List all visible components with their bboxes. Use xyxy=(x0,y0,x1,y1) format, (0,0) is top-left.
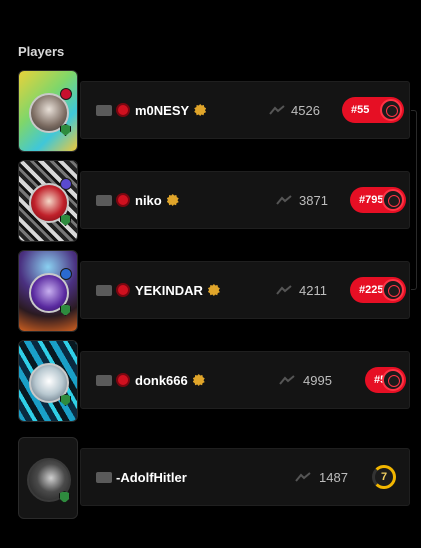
trend-icon xyxy=(276,285,292,295)
player-card[interactable] xyxy=(18,437,78,519)
player-nickname[interactable]: m0NESY xyxy=(135,103,207,118)
rank-pill[interactable]: #55 xyxy=(342,97,404,123)
player-row[interactable]: -AdolfHitler 1487 7 xyxy=(18,437,410,519)
team-badge-icon xyxy=(60,88,72,100)
elo-value: 1487 xyxy=(319,470,348,485)
team-badge-icon xyxy=(60,268,72,280)
verified-badge-icon xyxy=(166,194,179,206)
player-row[interactable]: niko 3871 #795 xyxy=(18,160,410,242)
elo-value: 4526 xyxy=(291,103,320,118)
player-nickname[interactable]: -AdolfHitler xyxy=(116,470,187,485)
country-flag-icon xyxy=(96,375,112,386)
rank-pill[interactable]: #225 xyxy=(350,277,406,303)
shield-icon xyxy=(59,491,70,503)
player-card[interactable] xyxy=(18,340,78,422)
country-flag-icon xyxy=(96,195,112,206)
trend-icon xyxy=(295,472,311,482)
player-row[interactable]: YEKINDAR 4211 #225 xyxy=(18,250,410,332)
skill-level-icon: 7 xyxy=(372,465,396,489)
verified-badge-icon xyxy=(192,374,205,386)
player-nickname[interactable]: YEKINDAR xyxy=(135,283,220,298)
player-row[interactable]: m0NESY 4526 #55 xyxy=(18,70,410,152)
verified-badge-icon xyxy=(194,104,207,116)
verified-badge-icon xyxy=(207,284,220,296)
team-logo-icon xyxy=(116,193,130,207)
player-nickname[interactable]: niko xyxy=(135,193,179,208)
trend-icon xyxy=(269,105,285,115)
player-card[interactable] xyxy=(18,160,78,242)
player-row[interactable]: donk666 4995 #5 xyxy=(18,340,410,422)
players-section-title: Players xyxy=(18,44,65,59)
team-logo-icon xyxy=(116,283,130,297)
skill-level-icon xyxy=(382,369,404,391)
elo-value: 3871 xyxy=(299,193,328,208)
player-info-panel[interactable]: niko 3871 #795 xyxy=(80,171,410,229)
elo-value: 4211 xyxy=(299,283,327,298)
trend-icon xyxy=(276,195,292,205)
rank-number: #55 xyxy=(351,104,370,116)
rank-number: #225 xyxy=(359,284,384,296)
rank-pill[interactable]: #795 xyxy=(350,187,406,213)
elo-value: 4995 xyxy=(303,373,332,388)
team-badge-icon xyxy=(60,178,72,190)
skill-level-icon xyxy=(380,99,402,121)
skill-level-icon xyxy=(382,279,404,301)
player-nickname[interactable]: donk666 xyxy=(135,373,205,388)
player-info-panel[interactable]: YEKINDAR 4211 #225 xyxy=(80,261,410,319)
player-info-panel[interactable]: -AdolfHitler 1487 7 xyxy=(80,448,410,506)
trend-icon xyxy=(279,375,295,385)
rank-pill[interactable]: #5 xyxy=(365,367,406,393)
team-logo-icon xyxy=(116,373,130,387)
country-flag-icon xyxy=(96,472,112,483)
country-flag-icon xyxy=(96,285,112,296)
player-card[interactable] xyxy=(18,70,78,152)
rank-number: #795 xyxy=(359,194,384,206)
scrollbar[interactable] xyxy=(411,110,417,290)
player-card[interactable] xyxy=(18,250,78,332)
player-info-panel[interactable]: donk666 4995 #5 xyxy=(80,351,410,409)
player-info-panel[interactable]: m0NESY 4526 #55 xyxy=(80,81,410,139)
team-logo-icon xyxy=(116,103,130,117)
skill-level-icon xyxy=(382,189,404,211)
country-flag-icon xyxy=(96,105,112,116)
